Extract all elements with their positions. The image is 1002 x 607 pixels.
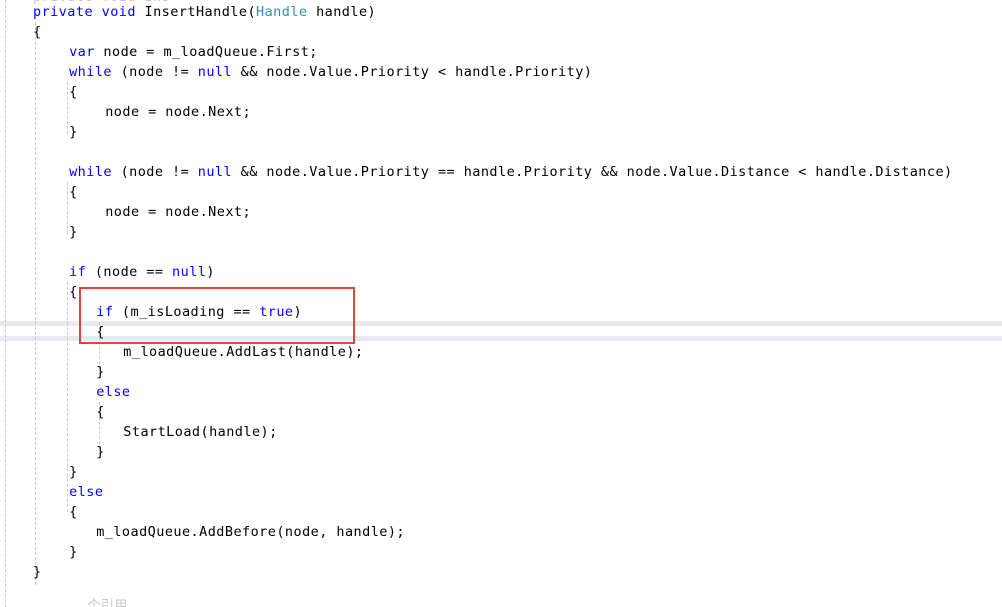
code-token: }: [33, 564, 42, 580]
code-token: else: [96, 384, 131, 400]
code-token: m_loadQueue.AddBefore(node, handle);: [96, 524, 405, 540]
code-token: {: [96, 324, 105, 340]
code-token: m_loadQueue.AddLast(handle);: [123, 344, 364, 360]
code-token: {: [69, 284, 78, 300]
code-token: ): [293, 304, 303, 320]
code-line[interactable]: else: [0, 382, 131, 402]
code-line[interactable]: }: [0, 562, 42, 582]
code-token: node = node.Next;: [105, 104, 252, 120]
code-line[interactable]: }: [0, 542, 78, 562]
code-line[interactable]: }: [0, 222, 78, 242]
code-editor-canvas[interactable]: private void Insprivate void InsertHandl…: [0, 0, 1002, 607]
code-line[interactable]: {: [0, 402, 105, 422]
code-token: }: [69, 544, 78, 560]
code-token: StartLoad(handle);: [123, 424, 278, 440]
code-line[interactable]: {: [0, 502, 78, 522]
code-token: handle): [307, 4, 377, 20]
code-token: }: [96, 364, 105, 380]
code-token: private: [33, 4, 94, 20]
code-token: }: [69, 224, 78, 240]
code-token: void: [101, 4, 136, 20]
code-token: {: [69, 504, 78, 520]
code-line[interactable]: while (node != null && node.Value.Priori…: [0, 162, 953, 182]
code-line[interactable]: var node = m_loadQueue.First;: [0, 42, 318, 62]
code-token: ): [206, 264, 215, 280]
code-line[interactable]: {: [0, 82, 78, 102]
code-token: while: [69, 64, 112, 80]
code-line[interactable]: m_loadQueue.AddLast(handle);: [0, 342, 363, 362]
code-line[interactable]: }: [0, 462, 78, 482]
code-line[interactable]: }: [0, 362, 105, 382]
code-line[interactable]: {: [0, 22, 42, 42]
code-token: && node.Value.Priority < handle.Priority…: [232, 64, 593, 80]
code-token: }: [69, 464, 78, 480]
code-token: if: [69, 264, 87, 280]
code-token: (node !=: [112, 164, 198, 180]
code-line[interactable]: {: [0, 322, 105, 342]
code-token: if: [96, 304, 114, 320]
code-token: node = m_loadQueue.First;: [94, 44, 318, 60]
code-token: var: [69, 44, 95, 60]
code-line[interactable]: while (node != null && node.Value.Priori…: [0, 62, 592, 82]
code-token: InsertHandle(: [135, 4, 257, 20]
code-line[interactable]: node = node.Next;: [0, 202, 251, 222]
code-token: {: [69, 84, 78, 100]
code-token: else: [69, 484, 104, 500]
code-token: null: [197, 64, 233, 80]
code-token: null: [172, 264, 207, 280]
code-line[interactable]: }: [0, 442, 105, 462]
code-token: }: [96, 444, 105, 460]
code-token: (node !=: [112, 64, 198, 80]
code-line[interactable]: {: [0, 282, 78, 302]
code-token: (node ==: [86, 264, 173, 280]
code-token: node = node.Next;: [105, 204, 252, 220]
code-text-layer[interactable]: private void Insprivate void InsertHandl…: [0, 0, 1002, 607]
code-line[interactable]: {: [0, 182, 78, 202]
code-line[interactable]: else: [0, 482, 103, 502]
code-token: true: [259, 304, 294, 320]
code-token: while: [69, 164, 112, 180]
code-line[interactable]: 个引用: [0, 596, 128, 607]
code-token: {: [33, 24, 42, 40]
code-line[interactable]: private void InsertHandle(Handle handle): [0, 2, 376, 22]
code-token: && node.Value.Priority == handle.Priorit…: [232, 164, 953, 180]
code-line[interactable]: StartLoad(handle);: [0, 422, 278, 442]
code-line[interactable]: if (node == null): [0, 262, 215, 282]
code-token: }: [69, 124, 78, 140]
code-token: {: [96, 404, 105, 420]
code-line[interactable]: m_loadQueue.AddBefore(node, handle);: [0, 522, 405, 542]
code-line[interactable]: }: [0, 122, 78, 142]
code-token: null: [197, 164, 233, 180]
code-line[interactable]: if (m_isLoading == true): [0, 302, 302, 322]
code-line[interactable]: node = node.Next;: [0, 102, 251, 122]
code-token: Handle: [256, 4, 308, 20]
code-token: (m_isLoading ==: [113, 304, 260, 320]
code-token: {: [69, 184, 78, 200]
code-token: 个引用: [87, 598, 128, 607]
